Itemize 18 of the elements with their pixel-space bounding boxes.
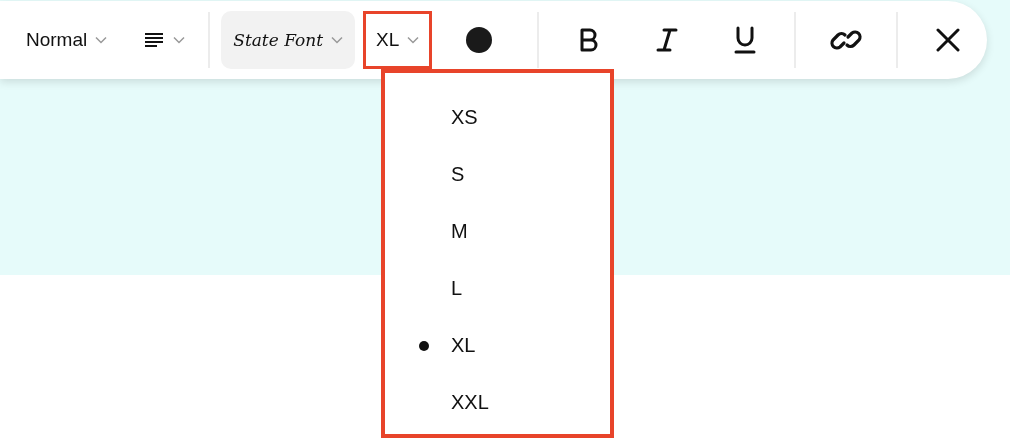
underline-icon [733,26,756,54]
menu-item[interactable]: S [451,163,465,186]
chevron-down-icon [407,36,420,44]
align-left-icon [145,33,166,47]
menu-item[interactable]: XL [451,334,476,357]
italic-icon [655,28,678,52]
bold-icon [578,28,599,52]
chevron-down-icon [173,36,186,44]
menu-item[interactable]: XS [451,106,478,129]
chevron-down-icon [95,36,108,44]
font-size-dropdown[interactable]: XL [363,11,433,69]
font-dropdown[interactable]: State Font [221,11,356,69]
menu-item[interactable]: XXL [451,391,489,414]
menu-item[interactable]: M [451,220,468,243]
menu-item[interactable]: L [451,277,463,300]
close-icon [936,28,961,52]
color-dot-icon [466,27,493,53]
chevron-down-icon [331,36,344,44]
